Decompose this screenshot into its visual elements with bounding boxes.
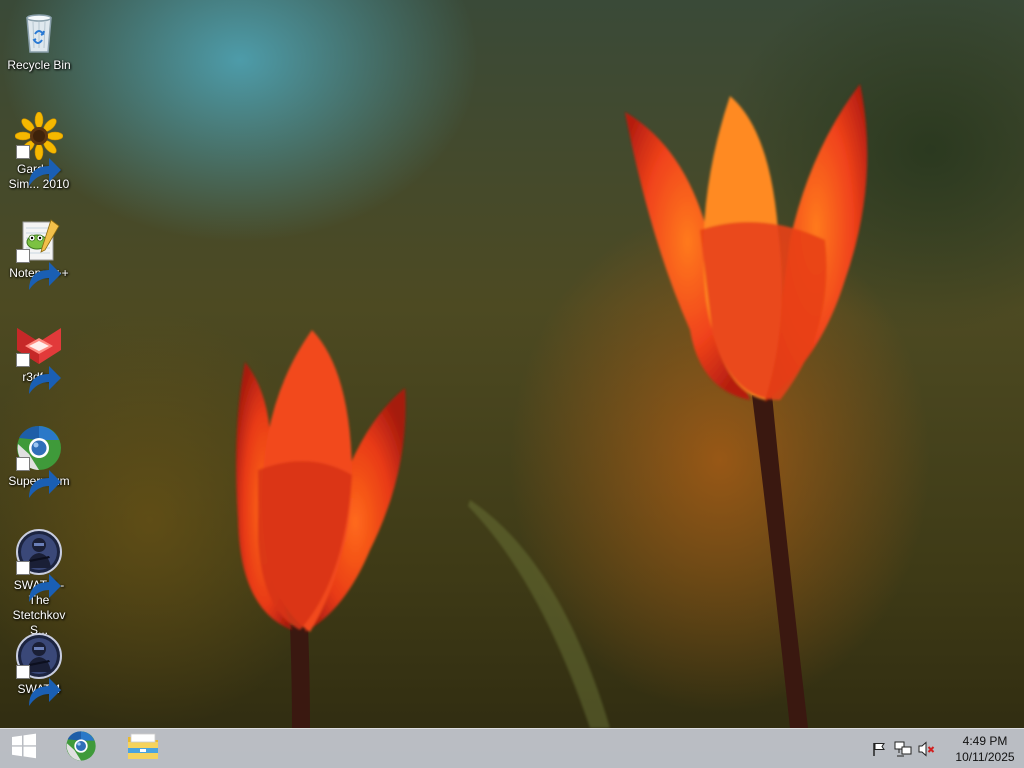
shortcut-arrow-icon	[16, 145, 61, 186]
shortcut-arrow-icon	[16, 665, 61, 706]
taskbar-supermium-button[interactable]	[58, 729, 104, 768]
action-center-flag-icon[interactable]	[868, 738, 890, 760]
desktop-icon-swat4-stetchkov[interactable]: SWAT 4 - The Stetchkov S...	[0, 524, 78, 638]
notepad-plus-plus-icon	[15, 216, 63, 290]
clock-time: 4:49 PM	[962, 733, 1008, 748]
taskbar-clock[interactable]: 4:49 PM 10/11/2025	[946, 733, 1024, 765]
desktop-icon-swat4[interactable]: SWAT 4	[0, 628, 78, 706]
supermium-icon	[65, 730, 97, 767]
desktop-icon-supermium[interactable]: Supermium	[0, 420, 78, 498]
r3dfox-icon	[15, 320, 63, 394]
taskbar[interactable]: 4:49 PM 10/11/2025	[0, 728, 1024, 768]
desktop-icon-notepad-plus-plus[interactable]: Notepad++	[0, 212, 78, 290]
shortcut-arrow-icon	[16, 353, 61, 394]
volume-muted-icon[interactable]	[916, 738, 938, 760]
sunflower-icon	[15, 112, 63, 186]
shortcut-arrow-icon	[16, 249, 61, 290]
clock-date: 10/11/2025	[955, 749, 1015, 764]
desktop-icon-recycle-bin[interactable]: Recycle Bin	[0, 4, 78, 73]
taskbar-file-explorer-button[interactable]	[120, 729, 166, 768]
desktop-icon-garden-sim[interactable]: Garden-Sim... 2010	[0, 108, 78, 192]
wallpaper-image	[236, 84, 868, 728]
network-icon[interactable]	[892, 738, 914, 760]
recycle-bin-icon	[15, 8, 63, 56]
shortcut-arrow-icon	[16, 561, 61, 602]
swat4-icon	[15, 632, 63, 706]
shortcut-arrow-icon	[16, 457, 61, 498]
desktop-icon-r3dfox[interactable]: r3dfox	[0, 316, 78, 394]
desktop-icon-label: Recycle Bin	[7, 58, 71, 72]
file-explorer-icon	[126, 731, 160, 766]
windows-logo-icon	[11, 733, 37, 764]
system-tray: 4:49 PM 10/11/2025	[868, 729, 1024, 768]
supermium-icon	[15, 424, 63, 498]
desktop[interactable]: Recycle Bin Gar Sim... 2010 SWAT - The S…	[0, 0, 1024, 768]
start-button[interactable]	[0, 729, 48, 768]
swat4-icon	[15, 528, 63, 602]
